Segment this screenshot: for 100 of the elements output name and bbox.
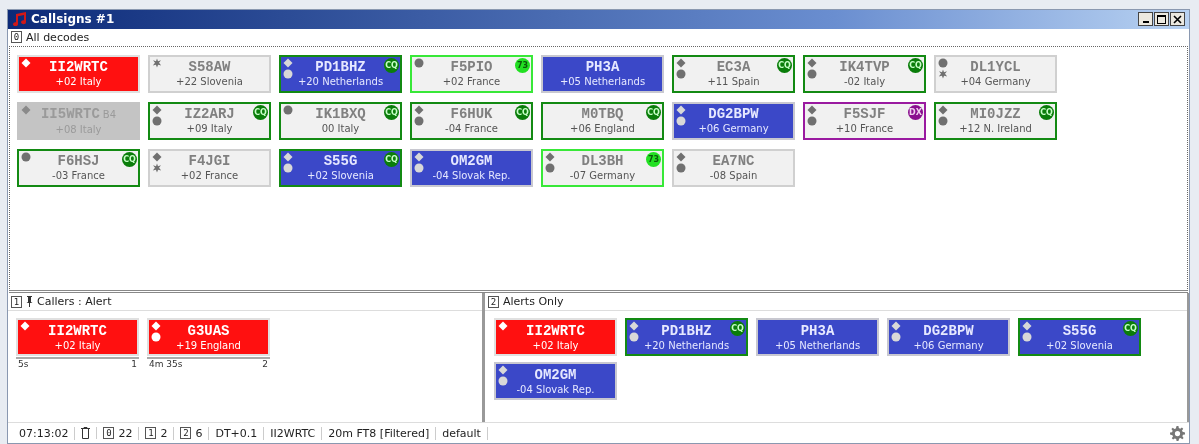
- callsign-tile[interactable]: PH3A +05 Netherlands: [756, 318, 879, 357]
- window-title: Callsigns #1: [31, 12, 115, 27]
- callsign-tile[interactable]: IK4TVP -02 Italy CQ: [803, 54, 926, 93]
- signal-country: -04 France: [445, 122, 498, 136]
- signal-country: +06 Germany: [698, 122, 769, 136]
- callsign-tile[interactable]: M0TBQ +06 England CQ: [541, 101, 664, 140]
- status-text: 20m FT8 [Filtered]: [328, 426, 430, 440]
- status-badge: CQ: [777, 57, 792, 73]
- callsign: MI0JZZ: [970, 106, 1021, 123]
- callsign-tile[interactable]: DG2BPW +06 Germany: [672, 101, 795, 140]
- status-badge: CQ: [122, 151, 137, 167]
- maximize-icon: [1157, 14, 1166, 24]
- callsign-tile[interactable]: DL3BH -07 Germany 73: [541, 148, 664, 187]
- callsign: F5PIO: [450, 59, 493, 76]
- status-badge: CQ: [384, 151, 399, 167]
- music-note-icon: [12, 12, 28, 27]
- maximize-button[interactable]: [1154, 12, 1169, 27]
- status-count: 2: [160, 426, 168, 440]
- callsign-tile[interactable]: IK1BXQ 00 Italy CQ: [279, 101, 402, 140]
- callsign-tile[interactable]: II2WRTC +02 Italy: [494, 318, 617, 357]
- status-badge: 73: [515, 57, 530, 73]
- callsign: S58AW: [188, 59, 231, 76]
- signal-country: -04 Slovak Rep.: [432, 169, 511, 183]
- status-text: 07:13:02: [19, 426, 69, 440]
- minimize-button[interactable]: [1138, 12, 1153, 27]
- callsign-tile[interactable]: DL1YCL +04 Germany: [934, 54, 1057, 93]
- pane-title: Alerts Only: [503, 295, 564, 309]
- shortcut-key: 1: [145, 427, 157, 440]
- signal-country: +11 Spain: [707, 75, 760, 89]
- callsign: II2WRTC: [526, 322, 585, 339]
- status-count: 6: [195, 426, 203, 440]
- callsign-tile[interactable]: S58AW +22 Slovenia: [148, 54, 271, 93]
- status-badge: CQ: [1039, 104, 1054, 120]
- status-badge: CQ: [384, 104, 399, 120]
- status-badge: DX: [908, 104, 923, 120]
- callsign-tile[interactable]: II2WRTC +02 Italy: [17, 54, 140, 93]
- signal-country: +09 Italy: [186, 122, 233, 136]
- callsign-tile[interactable]: S55G +02 Slovenia CQ: [1018, 318, 1141, 357]
- callsign-tile[interactable]: F6HUK -04 France CQ: [410, 101, 533, 140]
- callsign: IZ2ARJ: [184, 106, 235, 123]
- callsign-tile[interactable]: II2WRTC +02 Italy: [16, 318, 139, 357]
- signal-country: 00 Italy: [321, 122, 360, 136]
- status-text: default: [442, 426, 481, 440]
- callsign: IK4TVP: [839, 59, 890, 76]
- signal-country: +04 Germany: [960, 75, 1031, 89]
- trash-icon[interactable]: [81, 427, 91, 440]
- callsign-tile[interactable]: PD1BHZ +20 Netherlands CQ: [625, 318, 748, 357]
- callsign-tile[interactable]: OM2GM -04 Slovak Rep.: [494, 362, 617, 401]
- signal-country: -08 Spain: [709, 169, 758, 183]
- callsign-tile[interactable]: F5SJF +10 France DX: [803, 101, 926, 140]
- callsign-tile[interactable]: EC3A +11 Spain CQ: [672, 54, 795, 93]
- settings-icon[interactable]: [1170, 425, 1185, 441]
- callsign: G3UAS: [187, 322, 230, 339]
- signal-country: +19 England: [176, 338, 241, 352]
- callsign: EC3A: [716, 59, 751, 76]
- callsign-tile[interactable]: F6HSJ -03 France CQ: [17, 148, 140, 187]
- callsign-tile[interactable]: EA7NC -08 Spain: [672, 148, 795, 187]
- signal-country: +02 Slovenia: [1046, 338, 1113, 352]
- close-button[interactable]: [1170, 12, 1185, 27]
- signal-country: +12 N. Ireland: [959, 122, 1032, 136]
- status-badge: CQ: [253, 104, 268, 120]
- callsign: DL1YCL: [970, 59, 1021, 76]
- callsign-tile[interactable]: DG2BPW +06 Germany: [887, 318, 1010, 357]
- signal-country: +20 Netherlands: [643, 338, 730, 352]
- callsign-tile[interactable]: IZ2ARJ +09 Italy CQ: [148, 101, 271, 140]
- status-count: 22: [118, 426, 133, 440]
- signal-country: +02 Slovenia: [307, 169, 374, 183]
- callsign-tile[interactable]: OM2GM -04 Slovak Rep.: [410, 148, 533, 187]
- call-count: 2: [262, 359, 268, 370]
- signal-country: -04 Slovak Rep.: [516, 382, 595, 396]
- status-badge: CQ: [384, 57, 399, 73]
- signal-country: -02 Italy: [843, 75, 886, 89]
- elapsed-time: 4m 35s: [149, 359, 183, 370]
- pin-icon[interactable]: [26, 296, 33, 308]
- shortcut-key: 0: [11, 31, 22, 44]
- callsign-tile[interactable]: MI0JZZ +12 N. Ireland CQ: [934, 101, 1057, 140]
- callsign: OM2GM: [450, 153, 493, 170]
- signal-country: +02 Italy: [54, 338, 101, 352]
- pane-title: All decodes: [26, 30, 90, 44]
- callsign-tile[interactable]: F4JGI +02 France: [148, 148, 271, 187]
- callsign: IK1BXQ: [315, 106, 366, 123]
- callsign-tile[interactable]: PD1BHZ +20 Netherlands CQ: [279, 54, 402, 93]
- shortcut-key: 0: [103, 427, 115, 440]
- pane-title: Callers : Alert: [37, 295, 112, 309]
- signal-country: +22 Slovenia: [176, 75, 243, 89]
- callsign: EA7NC: [712, 153, 755, 170]
- signal-country: +02 France: [180, 169, 239, 183]
- callsign: DL3BH: [581, 153, 624, 170]
- status-text: II2WRTC: [270, 426, 316, 440]
- signal-country: +05 Netherlands: [559, 75, 646, 89]
- signal-country: -03 France: [52, 169, 105, 183]
- callsign-tile[interactable]: G3UAS +19 England: [147, 318, 270, 357]
- status-badge: CQ: [908, 57, 923, 73]
- signal-country: +06 Germany: [913, 338, 984, 352]
- callsign-tile[interactable]: S55G +02 Slovenia CQ: [279, 148, 402, 187]
- status-badge: CQ: [1123, 321, 1138, 337]
- signal-country: +20 Netherlands: [297, 75, 384, 89]
- callsign-tile[interactable]: PH3A +05 Netherlands: [541, 54, 664, 93]
- callsign: II2WRTC: [49, 59, 108, 76]
- callsign-tile[interactable]: F5PIO +02 France 73: [410, 54, 533, 93]
